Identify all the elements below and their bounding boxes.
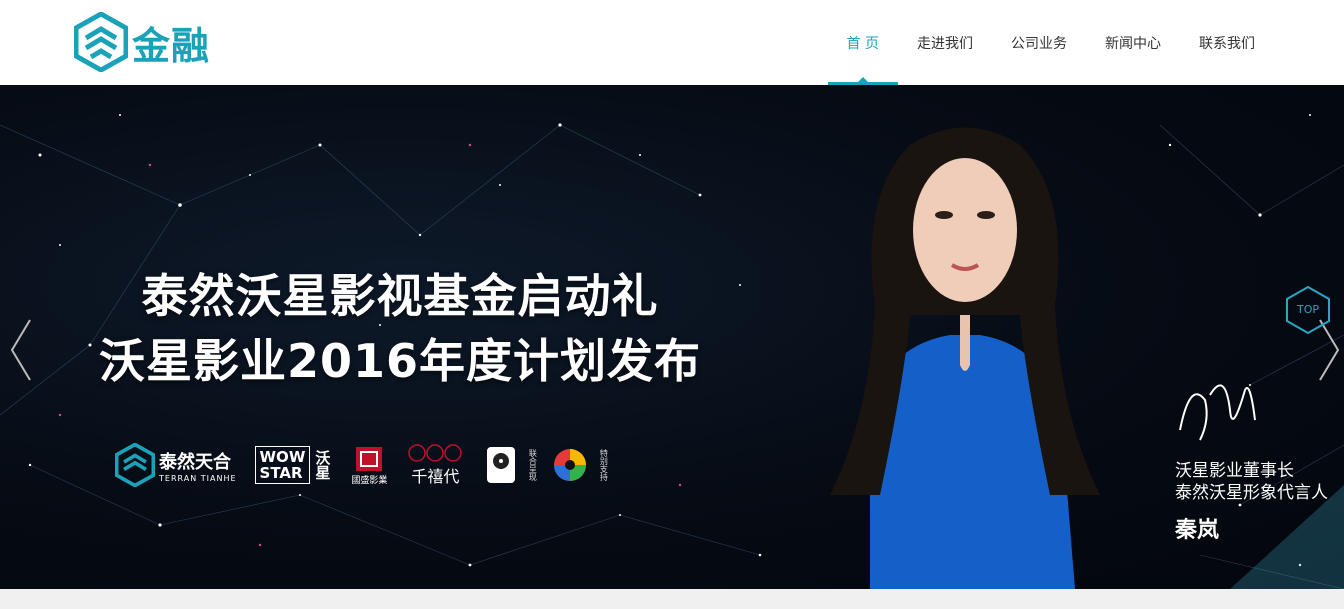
banner-headline-1: 泰然沃星影视基金启动礼 (141, 269, 659, 323)
nav-item-about[interactable]: 走进我们 (898, 0, 992, 85)
joint-present-label: 联合呈现 (528, 449, 538, 481)
guosheng-seal-icon (356, 446, 383, 471)
partner-logos: 泰然天合 TERRAN TIANHE WOW STAR 沃星 國盛影業 千禧代 … (115, 440, 621, 490)
signature-image (1179, 384, 1256, 441)
terran-en-text: TERRAN TIANHE (159, 473, 237, 483)
film-festival-logo (550, 445, 590, 485)
caption-name: 秦岚 (1175, 518, 1220, 543)
caption-line-1: 沃星影业董事长 (1175, 461, 1294, 481)
caption-line-2: 泰然沃星形象代言人 (1175, 483, 1328, 503)
spokesperson-caption: 沃星影业董事长 泰然沃星形象代言人 秦岚 (1175, 460, 1328, 544)
spokesperson-photo (830, 127, 1100, 589)
page-bottom-strip (0, 589, 1344, 609)
back-to-top-button[interactable]: TOP (1285, 285, 1331, 335)
logo-text: 金融 (132, 23, 211, 68)
hero-banner[interactable]: 泰然沃星影视基金启动礼 沃星影业2016年度计划发布 泰然天合 TERRAN T… (0, 85, 1344, 589)
banner-headline-2: 沃星影业2016年度计划发布 (98, 334, 702, 388)
wow-text: WOW (259, 448, 306, 466)
nav-item-contact[interactable]: 联系我们 (1180, 0, 1274, 85)
wow-star-logo: WOW STAR 沃星 (254, 446, 334, 484)
terran-cn-text: 泰然天合 (159, 451, 231, 473)
qianxi-rings-icon (408, 444, 463, 462)
top-button-label: TOP (1296, 303, 1319, 316)
color-wheel-icon (554, 449, 587, 481)
film-reel-icon (487, 447, 516, 483)
guosheng-logo: 國盛影業 (351, 445, 387, 486)
nav-item-business[interactable]: 公司业务 (992, 0, 1086, 85)
nav-item-news[interactable]: 新闻中心 (1086, 0, 1180, 85)
site-logo[interactable]: 金融 (74, 12, 210, 72)
wow-cn-text: 沃星 (313, 450, 332, 480)
terran-hexagon-icon (115, 443, 155, 487)
prev-slide-arrow-icon[interactable] (8, 315, 32, 385)
site-header: 金融 首 页 走进我们 公司业务 新闻中心 联系我们 (0, 0, 1344, 85)
qianxi-text: 千禧代 (411, 467, 460, 486)
qianxi-logo: 千禧代 (405, 443, 465, 487)
main-nav: 首 页 走进我们 公司业务 新闻中心 联系我们 (827, 0, 1274, 85)
film-reel-logo (483, 445, 519, 485)
terran-tianhe-logo: 泰然天合 TERRAN TIANHE (115, 443, 237, 487)
logo-hexagon-icon (74, 12, 128, 72)
nav-item-home[interactable]: 首 页 (827, 0, 899, 85)
special-support-label: 特别支持 (599, 449, 609, 481)
star-text: STAR (259, 464, 303, 482)
guosheng-text: 國盛影業 (351, 475, 388, 486)
